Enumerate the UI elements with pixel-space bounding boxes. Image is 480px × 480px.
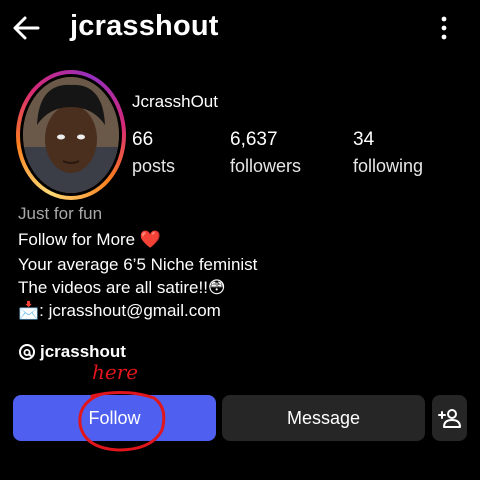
stat-posts[interactable]: 66 posts — [132, 129, 175, 177]
profile-category: Just for fun — [18, 204, 103, 223]
annotation-here-text: here — [92, 360, 139, 384]
avatar-story-ring[interactable] — [16, 70, 126, 200]
more-options-icon[interactable] — [434, 14, 454, 42]
display-name: JcrasshOut — [132, 92, 218, 111]
bio-line: Your average 6’5 Niche feminist — [18, 255, 258, 274]
bio-email-line[interactable]: 📩: jcrasshout@gmail.com — [18, 301, 221, 321]
stat-followers[interactable]: 6,637 followers — [230, 129, 301, 177]
stat-following-label: following — [353, 156, 424, 176]
stat-following-value: 34 — [353, 129, 375, 150]
profile-username: jcrasshout — [70, 10, 219, 42]
stat-following[interactable]: 34 following — [353, 129, 423, 177]
stat-followers-value: 6,637 — [230, 129, 278, 150]
avatar — [23, 77, 119, 193]
back-arrow-icon[interactable] — [10, 12, 42, 44]
bio-line: The videos are all satire!!😳 — [18, 278, 226, 297]
stat-posts-label: posts — [132, 156, 176, 176]
message-button[interactable]: Message — [222, 395, 425, 441]
stat-posts-value: 66 — [132, 129, 154, 150]
follow-button-label: Follow — [88, 407, 141, 428]
follow-button[interactable]: Follow — [13, 395, 216, 441]
add-user-icon — [437, 409, 461, 428]
threads-icon — [19, 344, 35, 360]
bio-line: Follow for More ❤️ — [18, 230, 162, 249]
threads-link[interactable]: jcrasshout — [18, 342, 126, 362]
suggested-users-button[interactable] — [432, 395, 467, 441]
message-button-label: Message — [286, 407, 361, 428]
stat-followers-label: followers — [230, 156, 302, 176]
threads-handle: jcrasshout — [40, 342, 126, 361]
